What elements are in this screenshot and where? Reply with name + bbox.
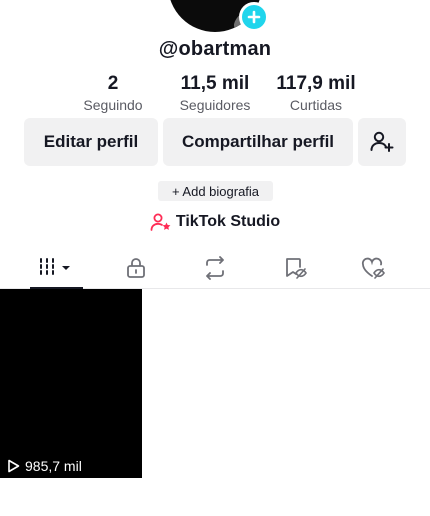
stat-likes[interactable]: 117,9 mil Curtidas <box>270 73 362 114</box>
stats-row: 2 Seguindo 11,5 mil Seguidores 117,9 mil… <box>0 73 430 117</box>
stat-likes-count: 117,9 mil <box>276 73 356 94</box>
stat-followers-label: Seguidores <box>179 97 251 113</box>
stat-following-label: Seguindo <box>83 97 143 113</box>
video-thumbnail[interactable]: 985,7 mil <box>0 289 142 478</box>
stat-followers[interactable]: 11,5 mil Seguidores <box>172 73 258 114</box>
stat-following[interactable]: 2 Seguindo <box>79 73 147 114</box>
lock-icon <box>127 258 145 278</box>
add-friends-button[interactable] <box>358 118 406 166</box>
tab-reposts[interactable] <box>188 248 242 288</box>
video-views: 985,7 mil <box>7 458 82 474</box>
profile-tabs <box>0 248 430 289</box>
play-icon <box>8 459 20 473</box>
grid-icon <box>40 258 70 275</box>
person-star-icon <box>150 213 171 231</box>
tab-videos[interactable] <box>29 248 83 288</box>
heart-hidden-icon <box>361 257 385 279</box>
add-bio-button[interactable]: + Add biografia <box>158 181 273 201</box>
stat-followers-count: 11,5 mil <box>180 73 250 94</box>
username: @obartman <box>158 38 272 60</box>
edit-profile-button[interactable]: Editar perfil <box>24 118 158 166</box>
tiktok-studio-link[interactable]: TikTok Studio <box>0 211 430 233</box>
stat-following-count: 2 <box>107 73 119 94</box>
tiktok-studio-label: TikTok Studio <box>175 213 281 230</box>
tab-private[interactable] <box>109 248 163 288</box>
share-profile-button[interactable]: Compartilhar perfil <box>163 118 353 166</box>
stat-likes-label: Curtidas <box>289 97 343 113</box>
add-user-icon <box>370 131 394 152</box>
tab-liked[interactable] <box>346 248 400 288</box>
plus-icon <box>247 10 261 24</box>
bookmark-hidden-icon <box>286 258 307 279</box>
add-photo-button[interactable] <box>239 2 269 32</box>
video-view-count: 985,7 mil <box>25 458 82 474</box>
repost-icon <box>206 256 224 280</box>
tab-favorites[interactable] <box>268 248 322 288</box>
